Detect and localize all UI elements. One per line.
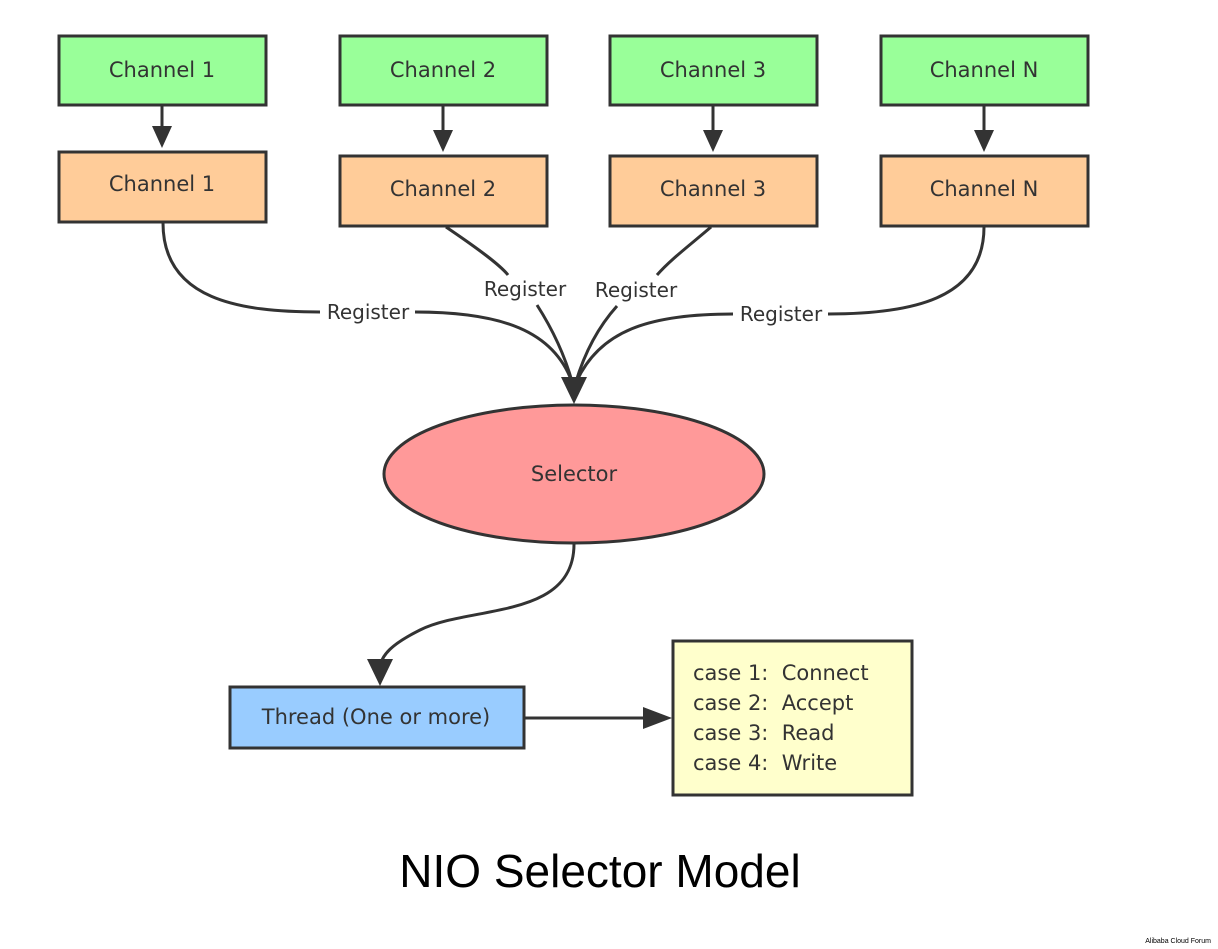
thread-node: Thread (One or more) <box>228 685 526 750</box>
selector-to-thread-edge <box>378 543 576 666</box>
arrowhead-1 <box>152 126 172 148</box>
register-label-3: Register <box>595 278 678 302</box>
channel-bottom-2-label: Channel 2 <box>390 177 496 201</box>
channel-top-2: Channel 2 <box>338 34 549 107</box>
channel-top-n: Channel N <box>879 34 1090 107</box>
case-1: case 1: Connect <box>693 661 869 685</box>
channel-bottom-n: Channel N <box>879 154 1090 228</box>
channel-bottom-2: Channel 2 <box>338 154 549 228</box>
register-edge-1a <box>161 222 321 314</box>
register-label-2: Register <box>484 277 567 301</box>
selector-node: Selector <box>382 403 766 545</box>
channel-bottom-1-label: Channel 1 <box>109 172 215 196</box>
selector-arrowhead <box>561 377 587 404</box>
thread-arrowhead <box>367 659 393 686</box>
cases-node: case 1: Connect case 2: Accept case 3: R… <box>671 639 914 797</box>
register-label-n: Register <box>740 302 823 326</box>
arrowhead-n <box>974 130 994 152</box>
selector-label: Selector <box>531 462 618 486</box>
case-4: case 4: Write <box>693 751 837 775</box>
thread-label: Thread (One or more) <box>261 705 490 729</box>
register-label-1: Register <box>327 300 410 324</box>
channel-bottom-1: Channel 1 <box>57 150 268 224</box>
register-edge-na <box>827 226 986 316</box>
arrowhead-2 <box>433 130 453 152</box>
channel-top-n-label: Channel N <box>930 58 1039 82</box>
register-edge-nb <box>573 312 734 386</box>
channel-bottom-3: Channel 3 <box>608 154 819 228</box>
watermark: Alibaba Cloud Forum <box>1145 938 1211 945</box>
channel-top-3: Channel 3 <box>608 34 819 107</box>
case-2: case 2: Accept <box>693 691 853 715</box>
diagram-title: NIO Selector Model <box>399 845 800 897</box>
register-edge-3a <box>655 225 712 276</box>
channel-top-2-label: Channel 2 <box>390 58 496 82</box>
nio-selector-diagram: Channel 1 Channel 2 Channel 3 Channel N … <box>57 34 1211 945</box>
case-3: case 3: Read <box>693 721 835 745</box>
channel-bottom-n-label: Channel N <box>930 177 1039 201</box>
channel-top-3-label: Channel 3 <box>660 58 766 82</box>
channel-bottom-3-label: Channel 3 <box>660 177 766 201</box>
cases-arrowhead <box>643 707 672 729</box>
channel-top-1-label: Channel 1 <box>109 58 215 82</box>
arrowhead-3 <box>703 130 723 152</box>
register-edge-2a <box>445 225 510 276</box>
channel-top-1: Channel 1 <box>57 34 268 107</box>
